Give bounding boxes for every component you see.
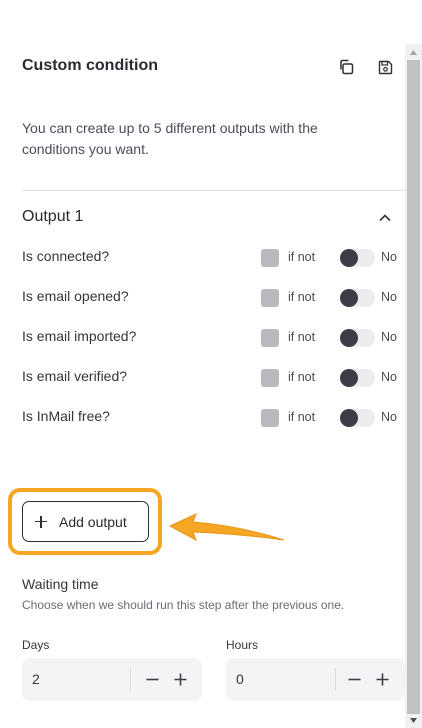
condition-label: Is InMail free?	[22, 408, 110, 424]
arrow-annotation-icon	[168, 513, 285, 542]
save-button[interactable]	[375, 57, 395, 77]
hours-stepper: 0	[226, 658, 405, 701]
toggle-label: No	[381, 410, 397, 424]
condition-toggle[interactable]	[340, 289, 375, 307]
divider	[22, 190, 405, 191]
scrollbar-thumb[interactable]	[407, 60, 420, 714]
condition-toggle[interactable]	[340, 409, 375, 427]
plus-icon	[174, 673, 186, 685]
if-not-checkbox[interactable]	[261, 289, 279, 307]
if-not-label: if not	[288, 370, 316, 384]
toggle-label: No	[381, 290, 397, 304]
waiting-time-description: Choose when we should run this step afte…	[22, 598, 345, 612]
if-not-label: if not	[288, 290, 316, 304]
days-value[interactable]: 2	[32, 671, 40, 687]
caret-down-icon	[410, 717, 417, 723]
if-not-checkbox[interactable]	[261, 329, 279, 347]
toggle-knob	[340, 329, 358, 347]
caret-up-icon	[410, 49, 417, 55]
waiting-time-title: Waiting time	[22, 576, 99, 592]
vertical-scrollbar[interactable]	[405, 44, 422, 728]
hours-increment-button[interactable]	[373, 670, 391, 688]
panel-description: You can create up to 5 different outputs…	[22, 120, 318, 157]
toggle-label: No	[381, 250, 397, 264]
days-increment-button[interactable]	[171, 670, 189, 688]
condition-toggle[interactable]	[340, 369, 375, 387]
custom-condition-panel: Custom condition You can create up to 5 …	[0, 0, 405, 728]
days-stepper: 2	[22, 658, 202, 701]
condition-label: Is email verified?	[22, 368, 128, 384]
if-not-label: if not	[288, 250, 316, 264]
days-label: Days	[22, 638, 50, 652]
chevron-up-icon	[379, 214, 391, 222]
if-not-label: if not	[288, 330, 316, 344]
hours-value[interactable]: 0	[236, 671, 244, 687]
collapse-output-button[interactable]	[375, 208, 395, 228]
condition-row: Is InMail free? if not No	[22, 406, 405, 430]
condition-label: Is connected?	[22, 248, 110, 264]
copy-icon	[340, 59, 354, 75]
toggle-knob	[340, 369, 358, 387]
toggle-knob	[340, 249, 358, 267]
add-output-button[interactable]: Add output	[22, 501, 149, 542]
hours-label: Hours	[226, 638, 259, 652]
panel-title: Custom condition	[22, 57, 158, 74]
output-title: Output 1	[22, 208, 84, 225]
condition-row: Is email verified? if not No	[22, 366, 405, 390]
scroll-up-button[interactable]	[405, 44, 422, 60]
divider	[335, 668, 336, 691]
plus-icon	[376, 673, 388, 685]
if-not-checkbox[interactable]	[261, 369, 279, 387]
condition-toggle[interactable]	[340, 329, 375, 347]
condition-row: Is email opened? if not No	[22, 286, 405, 310]
condition-toggle[interactable]	[340, 249, 375, 267]
toggle-knob	[340, 289, 358, 307]
minus-icon	[348, 678, 360, 680]
copy-button[interactable]	[336, 57, 356, 77]
if-not-checkbox[interactable]	[261, 409, 279, 427]
toggle-knob	[340, 409, 358, 427]
plus-icon	[35, 515, 47, 528]
toggle-label: No	[381, 330, 397, 344]
condition-row: Is connected? if not No	[22, 246, 405, 270]
minus-icon	[146, 678, 158, 680]
toggle-label: No	[381, 370, 397, 384]
scroll-down-button[interactable]	[405, 712, 422, 728]
hours-decrement-button[interactable]	[345, 670, 363, 688]
divider	[130, 668, 131, 691]
condition-label: Is email imported?	[22, 328, 137, 344]
condition-label: Is email opened?	[22, 288, 129, 304]
if-not-label: if not	[288, 410, 316, 424]
save-icon	[378, 60, 392, 74]
if-not-checkbox[interactable]	[261, 249, 279, 267]
add-output-label: Add output	[59, 513, 127, 530]
days-decrement-button[interactable]	[143, 670, 161, 688]
condition-row: Is email imported? if not No	[22, 326, 405, 350]
